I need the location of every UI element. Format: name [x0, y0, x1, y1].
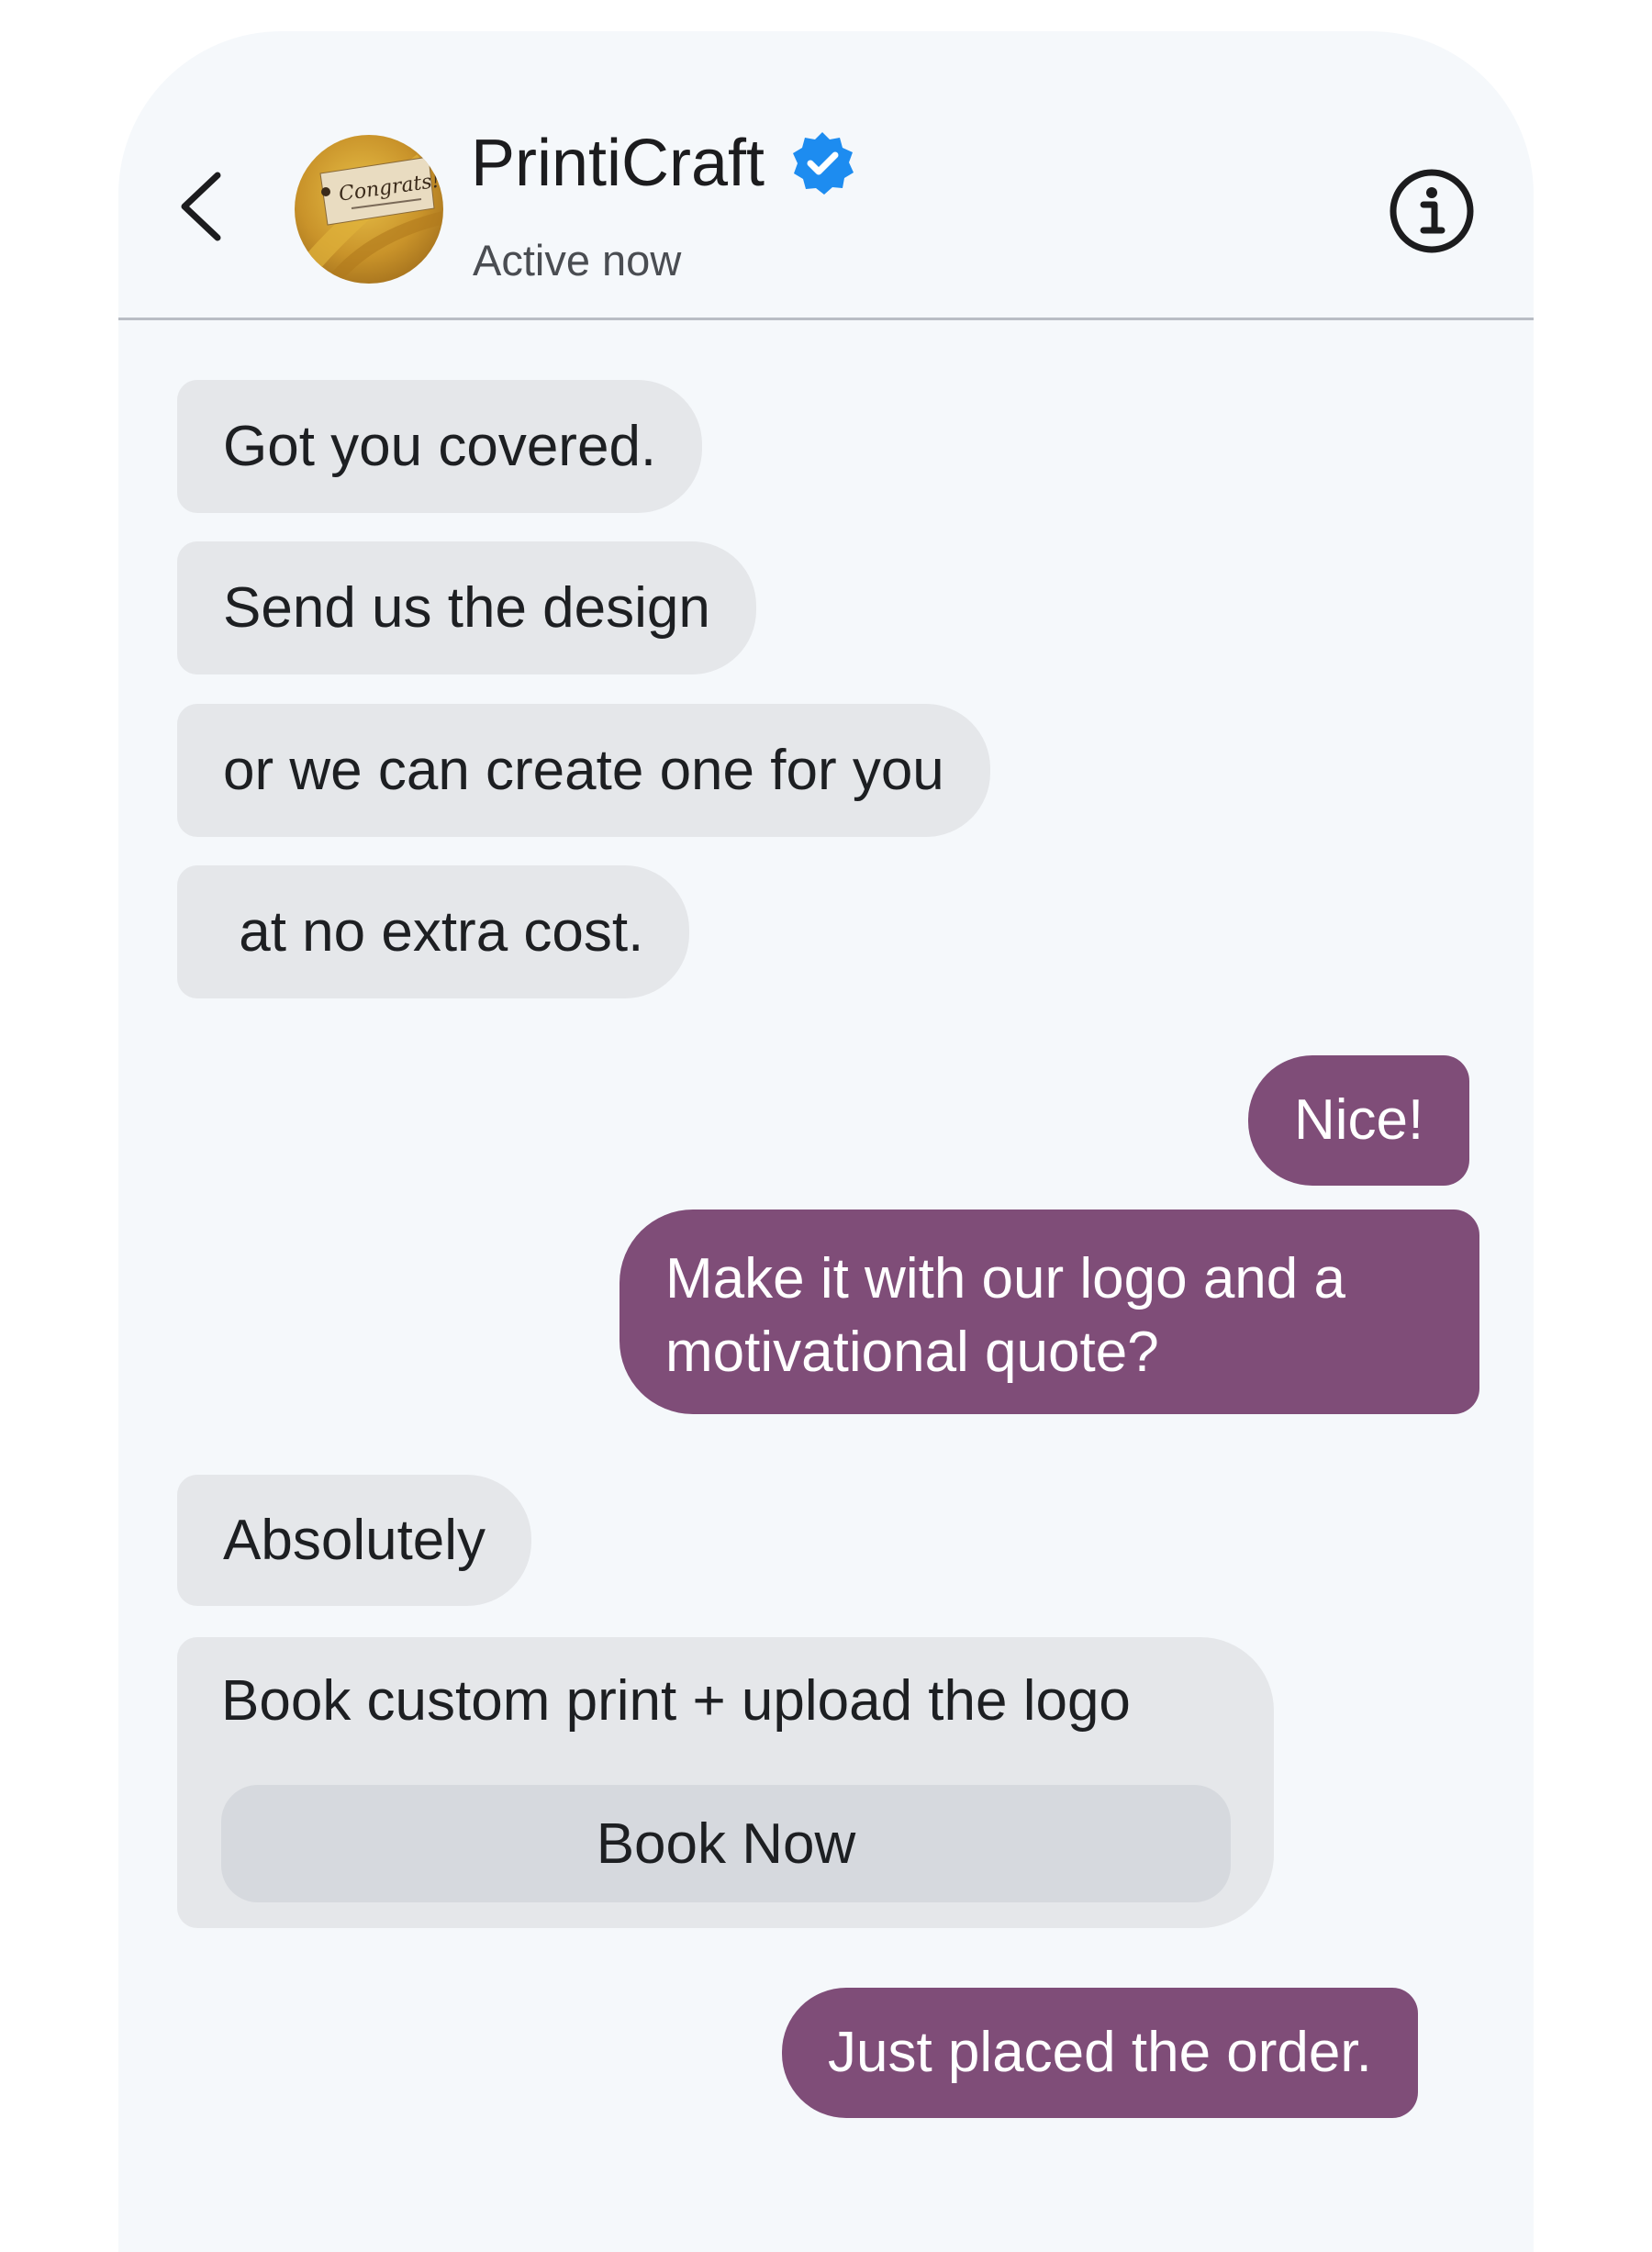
chat-title: PrintiCraft	[471, 127, 765, 200]
booking-card: Book custom print + upload the logo Book…	[177, 1637, 1274, 1928]
message-bubble-incoming: or we can create one for you	[177, 704, 990, 837]
active-status: Active now	[473, 236, 682, 284]
message-bubble-incoming: at no extra cost.	[177, 865, 690, 998]
info-icon[interactable]	[1389, 168, 1475, 254]
verified-badge-icon	[793, 132, 854, 195]
message-bubble-outgoing: Nice!	[1248, 1055, 1470, 1186]
message-bubble-incoming: Got you covered.	[177, 380, 703, 513]
message-bubble-outgoing: Make it with our logo and a motivational…	[620, 1210, 1479, 1414]
message-bubble-incoming: Absolutely	[177, 1475, 532, 1606]
chat-header: Congrats! PrintiCraft Active now	[118, 31, 1534, 320]
book-now-button[interactable]: Book Now	[221, 1785, 1231, 1902]
gift-tag-icon: Congrats!	[295, 135, 443, 284]
chevron-left-icon[interactable]	[173, 170, 229, 243]
chat-screen: Congrats! PrintiCraft Active now Got you…	[118, 31, 1534, 2252]
message-bubble-outgoing: Just placed the order.	[782, 1988, 1418, 2118]
avatar[interactable]: Congrats!	[295, 135, 443, 284]
title-row: PrintiCraft	[471, 129, 856, 197]
booking-card-text: Book custom print + upload the logo	[221, 1669, 1131, 1733]
message-bubble-incoming: Send us the design	[177, 541, 756, 674]
